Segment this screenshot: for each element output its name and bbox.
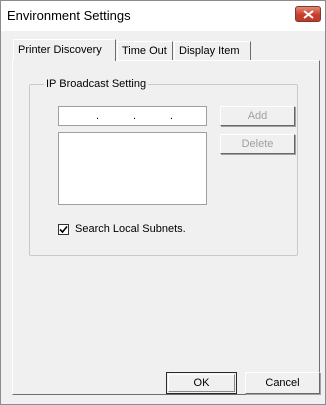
checkmark-icon xyxy=(59,225,68,234)
ip-octet-separator: . xyxy=(170,110,174,122)
ip-octet-separator: . xyxy=(133,110,137,122)
search-local-subnets-label: Search Local Subnets. xyxy=(75,223,186,235)
cancel-button[interactable]: Cancel xyxy=(245,372,320,394)
close-button[interactable] xyxy=(295,6,321,22)
ip-octet-separator: . xyxy=(96,110,100,122)
add-button[interactable]: Add xyxy=(220,106,295,126)
ip-broadcast-group-label: IP Broadcast Setting xyxy=(44,78,149,90)
title-bar: Environment Settings xyxy=(1,1,325,31)
close-icon xyxy=(303,10,314,19)
ip-address-list[interactable] xyxy=(58,132,207,205)
search-local-subnets-checkbox[interactable] xyxy=(58,224,69,235)
tab-time-out[interactable]: Time Out xyxy=(117,41,173,60)
tab-label: Time Out xyxy=(122,45,167,57)
tab-label: Printer Discovery xyxy=(18,44,102,56)
tab-display-item[interactable]: Display Item xyxy=(174,41,251,60)
ok-button-label: OK xyxy=(193,377,210,389)
window-title: Environment Settings xyxy=(7,8,131,23)
ok-button[interactable]: OK xyxy=(166,372,237,394)
tab-printer-discovery[interactable]: Printer Discovery xyxy=(13,39,116,61)
delete-button[interactable]: Delete xyxy=(220,134,295,154)
tab-label: Display Item xyxy=(179,45,240,57)
ip-address-input[interactable]: . . . xyxy=(58,106,207,126)
